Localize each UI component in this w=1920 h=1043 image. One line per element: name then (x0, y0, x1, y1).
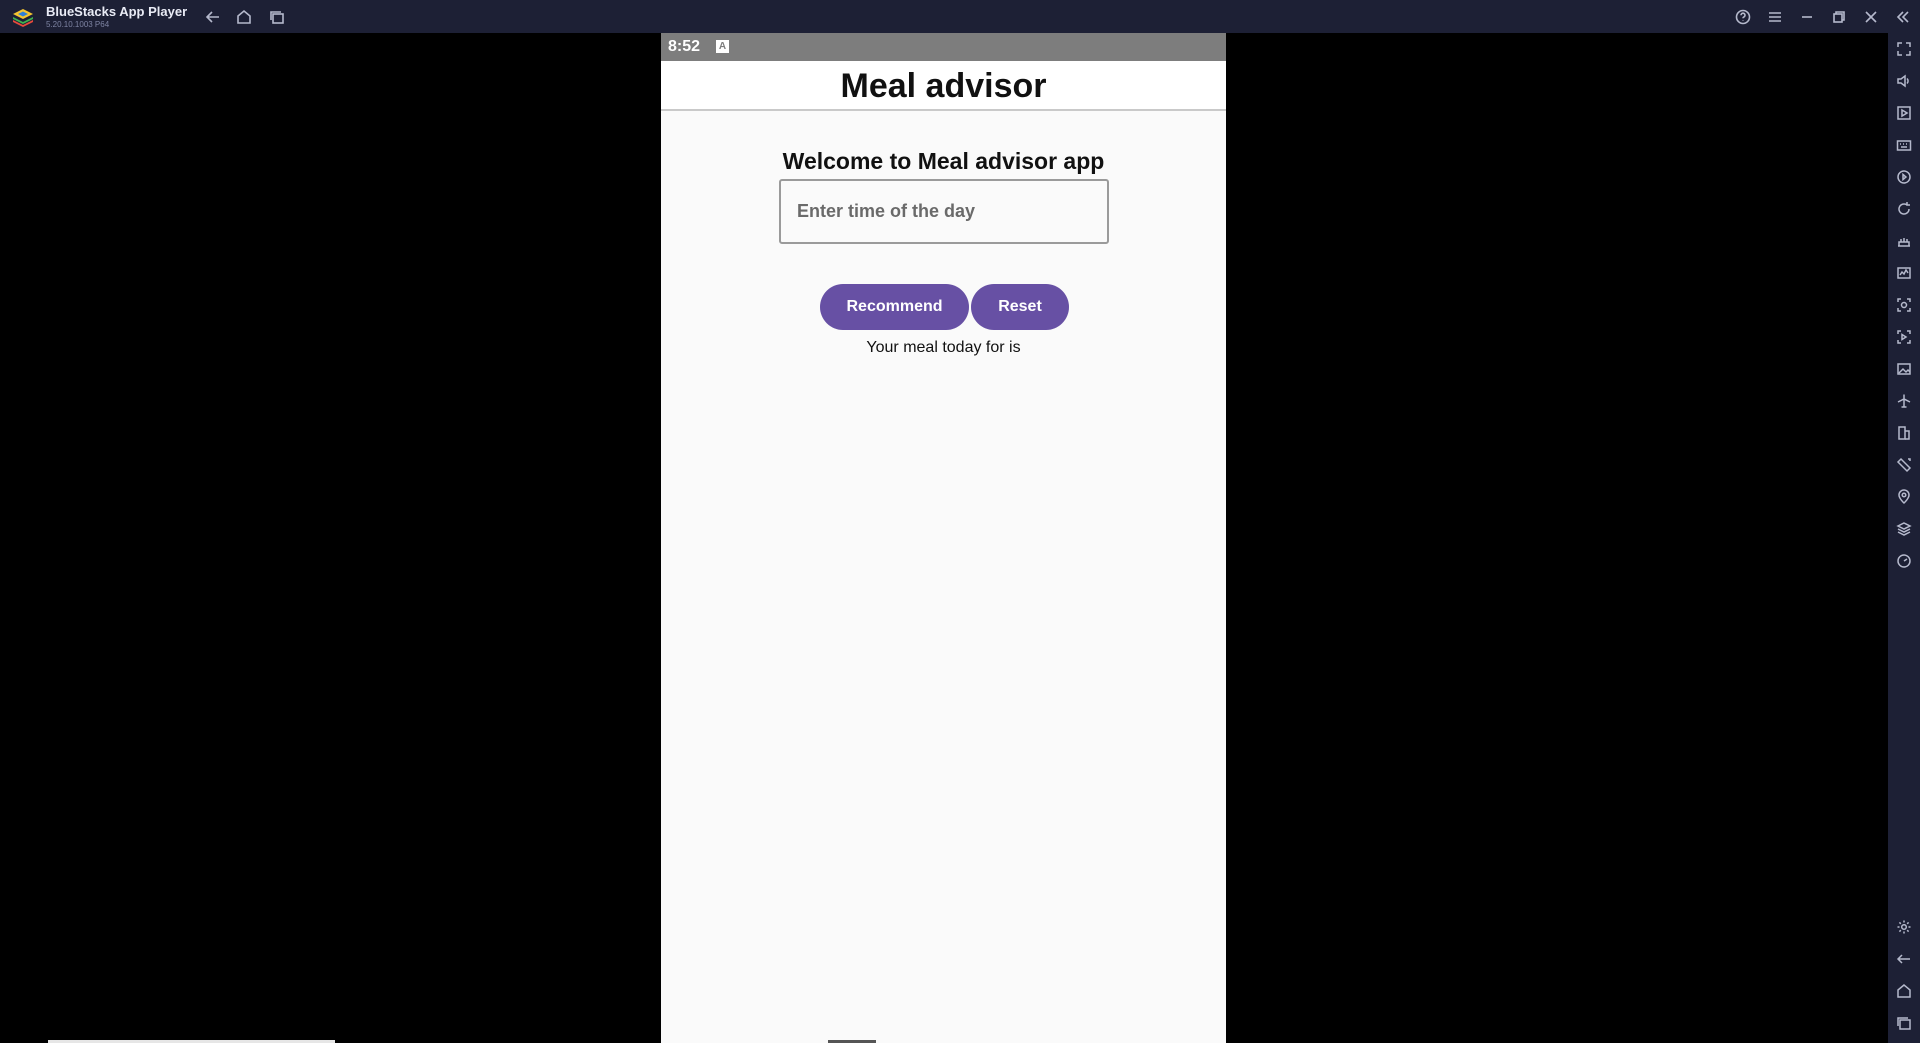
notification-icon: A (716, 40, 729, 53)
fullscreen-icon[interactable] (1894, 39, 1914, 59)
macro-icon[interactable] (1894, 167, 1914, 187)
bluestacks-logo-icon (11, 6, 35, 28)
volume-icon[interactable] (1894, 71, 1914, 91)
performance-icon[interactable] (1894, 263, 1914, 283)
media-icon[interactable] (1894, 103, 1914, 123)
back-icon[interactable] (1894, 949, 1914, 969)
result-text: Your meal today for is (866, 339, 1021, 356)
app-version: 5.20.10.1003 P64 (46, 20, 110, 29)
app-title: Meal advisor (840, 67, 1047, 105)
close-icon[interactable] (1861, 7, 1881, 27)
rotate-icon[interactable] (1894, 455, 1914, 475)
welcome-heading: Welcome to Meal advisor app (782, 148, 1105, 174)
game-controls-icon[interactable] (1894, 231, 1914, 251)
screenshot-icon[interactable] (1894, 295, 1914, 315)
record-icon[interactable] (1894, 327, 1914, 347)
layers-icon[interactable] (1894, 519, 1914, 539)
recommend-button[interactable]: Recommend (820, 284, 969, 330)
location-icon[interactable] (1894, 487, 1914, 507)
keyboard-icon[interactable] (1894, 135, 1914, 155)
app-name: BlueStacks App Player (46, 4, 188, 19)
recent-apps-icon[interactable] (267, 7, 287, 27)
time-of-day-input[interactable] (779, 179, 1109, 244)
menu-icon[interactable] (1765, 7, 1785, 27)
back-arrow-icon[interactable] (203, 7, 223, 27)
app-bar: Meal advisor (661, 61, 1226, 111)
airplane-icon[interactable] (1894, 391, 1914, 411)
multi-instance-icon[interactable] (1894, 423, 1914, 443)
status-time: 8:52 (668, 38, 701, 55)
recent-apps-icon[interactable] (1894, 1013, 1914, 1033)
restore-icon[interactable] (1829, 7, 1849, 27)
status-bar: 8:52 A (661, 33, 1226, 61)
home-icon[interactable] (234, 7, 254, 27)
home-icon[interactable] (1894, 981, 1914, 1001)
settings-icon[interactable] (1894, 917, 1914, 937)
collapse-sidebar-icon[interactable] (1893, 7, 1913, 27)
eco-mode-icon[interactable] (1894, 551, 1914, 571)
gallery-icon[interactable] (1894, 359, 1914, 379)
sync-icon[interactable] (1894, 199, 1914, 219)
minimize-icon[interactable] (1797, 7, 1817, 27)
android-screen: 8:52 A Meal advisor Welcome to Meal advi… (661, 33, 1226, 1043)
window-titlebar: BlueStacks App Player 5.20.10.1003 P64 (0, 0, 1920, 33)
right-sidebar (1888, 33, 1920, 1043)
help-icon[interactable] (1733, 7, 1753, 27)
reset-button[interactable]: Reset (971, 284, 1069, 330)
